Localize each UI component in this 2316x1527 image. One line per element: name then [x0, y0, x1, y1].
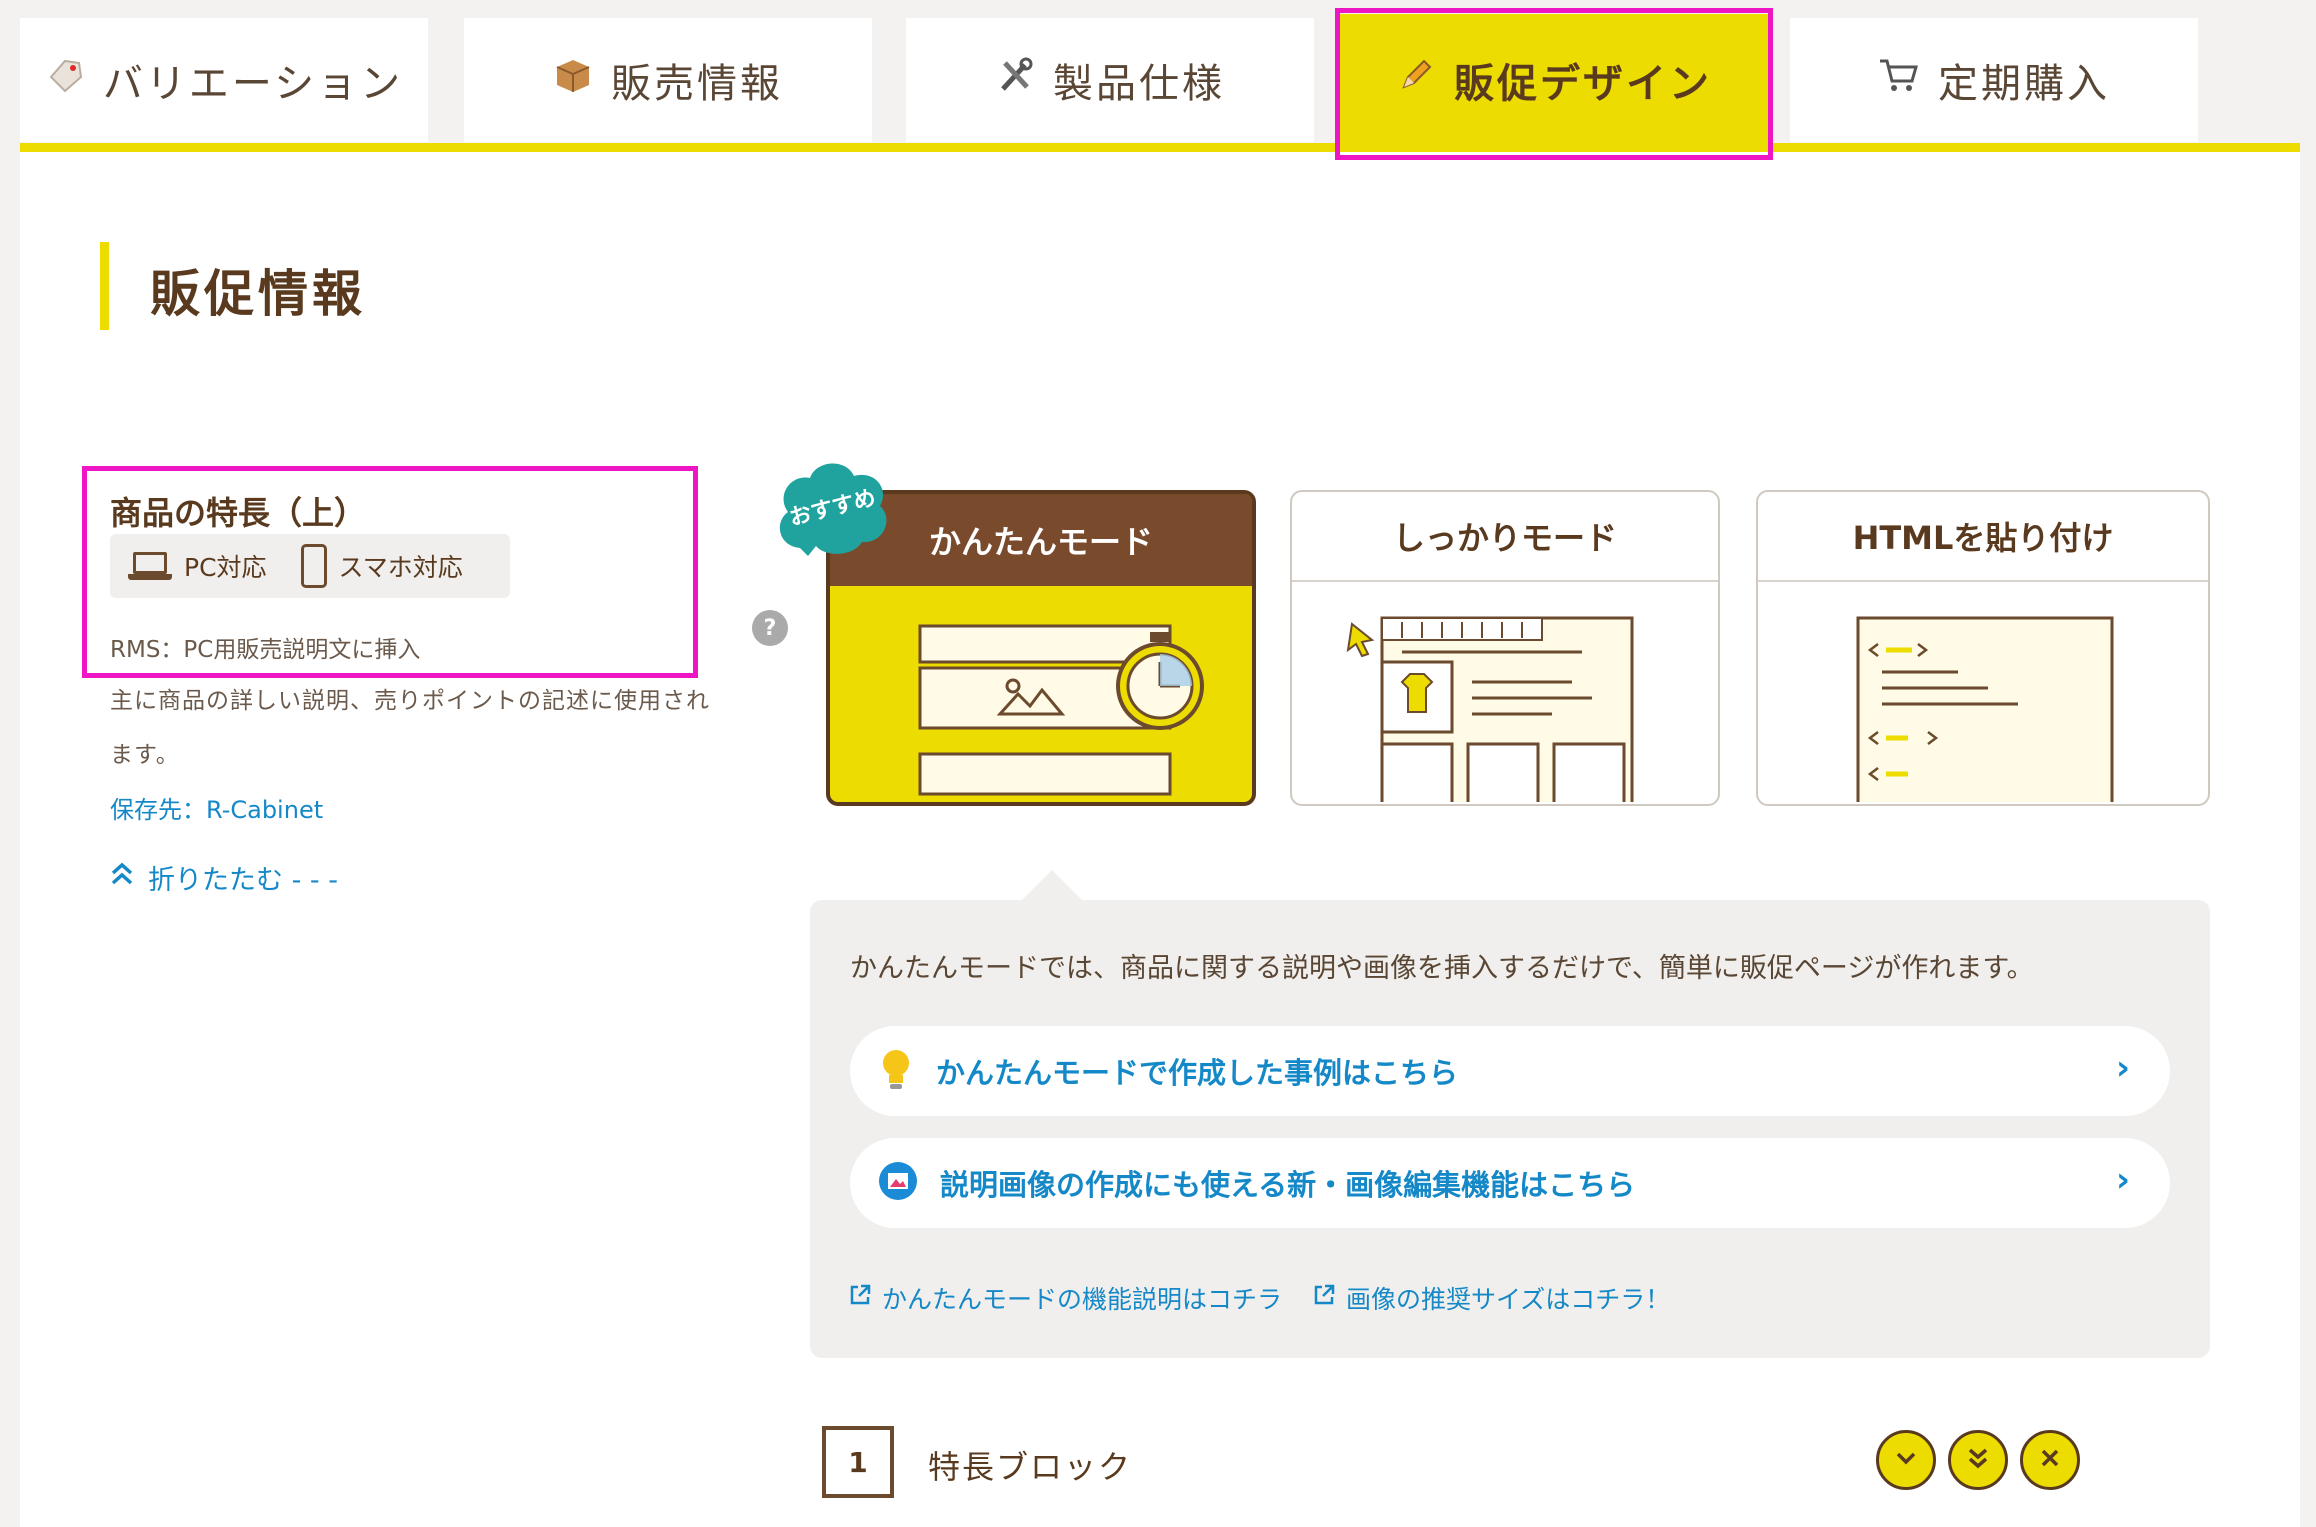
tab-label: 製品仕様 [1053, 61, 1225, 107]
fold-label: 折りたたむ - - - [148, 865, 338, 896]
html-mode-illustration [1758, 582, 2208, 804]
rms-note: RMS：PC用販売説明文に挿入 [110, 637, 421, 663]
fold-link[interactable]: 折りたたむ - - - [110, 858, 338, 897]
move-down-button[interactable] [1876, 1430, 1936, 1490]
delete-block-button[interactable] [2020, 1430, 2080, 1490]
tab-bar: バリエーション 販売情報 製品仕様 販促デザイン 定期購入 [20, 0, 2300, 152]
section-title: 販促情報 [150, 265, 366, 323]
html-mode-label: HTMLを貼り付け [1758, 492, 2208, 582]
full-mode-label: しっかりモード [1292, 492, 1718, 582]
image-size-label: 画像の推奨サイズはコチラ！ [1346, 1285, 1671, 1314]
tab-variation[interactable]: バリエーション [20, 18, 428, 142]
image-editor-link[interactable]: 説明画像の作成にも使える新・画像編集機能はこちら › [850, 1138, 2170, 1228]
active-tab-highlight [1335, 8, 1773, 160]
smartphone-icon [300, 544, 327, 588]
external-link-icon [1312, 1283, 1336, 1313]
image-size-link[interactable]: 画像の推奨サイズはコチラ！ [1312, 1280, 1670, 1316]
feature-title: 商品の特長（上） [110, 494, 367, 532]
sp-chip: スマホ対応 [300, 544, 463, 588]
block-label: 特長ブロック [928, 1448, 1133, 1486]
examples-link[interactable]: かんたんモードで作成した事例はこちら › [850, 1026, 2170, 1116]
save-destination: 保存先：R-Cabinet [110, 796, 324, 824]
image-editor-link-label: 説明画像の作成にも使える新・画像編集機能はこちら [940, 1168, 1636, 1202]
image-editor-icon [878, 1161, 918, 1205]
sp-label: スマホ対応 [338, 553, 463, 582]
chevron-double-up-icon [110, 861, 134, 894]
package-icon [553, 55, 593, 105]
section-title-bar [100, 242, 109, 330]
examples-link-label: かんたんモードで作成した事例はこちら [936, 1056, 1459, 1090]
pc-chip: PC対応 [128, 548, 267, 584]
tab-label: 販売情報 [611, 61, 783, 107]
tab-product-spec[interactable]: 製品仕様 [906, 18, 1314, 142]
tab-sales-info[interactable]: 販売情報 [464, 18, 872, 142]
tools-icon [995, 55, 1035, 105]
cart-icon [1878, 55, 1920, 105]
tab-underline [20, 143, 2300, 152]
feature-explanation-link[interactable]: かんたんモードの機能説明はコチラ [848, 1280, 1282, 1316]
mode-info-text: かんたんモードでは、商品に関する説明や画像を挿入するだけで、簡単に販促ページが作… [850, 953, 2034, 984]
info-bottom-links: かんたんモードの機能説明はコチラ 画像の推奨サイズはコチラ！ [848, 1280, 1670, 1316]
chevron-right-icon: › [2115, 1048, 2130, 1088]
chevron-right-icon: › [2115, 1160, 2130, 1200]
laptop-icon [128, 552, 172, 580]
full-mode-illustration [1292, 582, 1718, 804]
html-mode-card[interactable]: HTMLを貼り付け [1756, 490, 2210, 806]
lightbulb-icon [878, 1047, 914, 1095]
help-icon[interactable]: ? [752, 610, 788, 646]
tab-label: 定期購入 [1938, 61, 2110, 107]
tab-label: バリエーション [102, 61, 404, 107]
feature-explanation-label: かんたんモードの機能説明はコチラ [882, 1285, 1283, 1314]
device-chips: PC対応 スマホ対応 [110, 534, 510, 598]
pc-label: PC対応 [184, 553, 267, 582]
info-pointer [1020, 870, 1084, 902]
easy-mode-illustration [830, 586, 1252, 802]
block-number: 1 [822, 1426, 894, 1498]
tab-subscription[interactable]: 定期購入 [1790, 18, 2198, 142]
external-link-icon [848, 1283, 872, 1313]
tag-icon [45, 55, 85, 105]
move-bottom-button[interactable] [1948, 1430, 2008, 1490]
feature-description: 主に商品の詳しい説明、売りポイントの記述に使用されます。 [110, 688, 710, 768]
chevron-double-down-icon [1965, 1445, 1991, 1475]
full-mode-card[interactable]: しっかりモード [1290, 490, 1720, 806]
chevron-down-icon [1893, 1445, 1919, 1475]
close-icon [2037, 1445, 2063, 1475]
